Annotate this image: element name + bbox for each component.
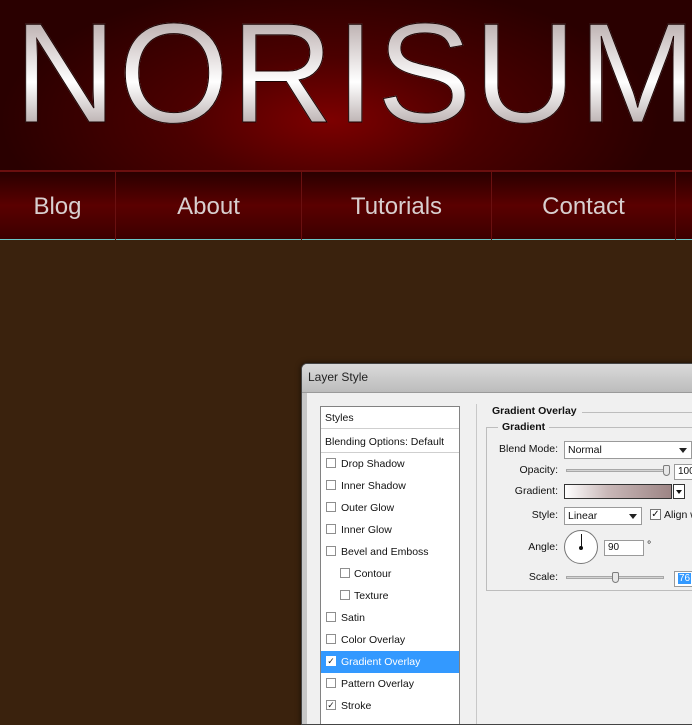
style-value: Linear — [568, 510, 598, 522]
scale-slider-thumb[interactable] — [612, 572, 620, 583]
style-item-texture[interactable]: Texture — [321, 585, 459, 607]
style-checkbox[interactable] — [326, 678, 336, 688]
chevron-down-icon — [676, 490, 682, 494]
nav-item-label: Blog — [33, 193, 82, 220]
chevron-down-icon — [629, 514, 637, 519]
nav-item-label: Contact — [542, 193, 625, 220]
style-item-label: Stroke — [341, 700, 372, 712]
style-checkbox[interactable] — [326, 612, 336, 622]
site-header: NORISUM — [0, 0, 692, 170]
style-item-label: Inner Glow — [341, 524, 392, 536]
style-checkbox[interactable] — [326, 524, 336, 534]
style-item-outer-glow[interactable]: Outer Glow — [321, 497, 459, 519]
angle-dial-center — [579, 546, 583, 550]
opacity-input[interactable]: 100 — [674, 464, 692, 480]
degree-unit: ° — [647, 539, 652, 551]
section-title: Gradient Overlay — [492, 405, 577, 417]
group-title: Gradient — [498, 421, 550, 433]
style-checkbox[interactable] — [326, 458, 336, 468]
style-item-label: Pattern Overlay — [341, 678, 414, 690]
scale-value-selected: 76 — [678, 573, 692, 584]
style-checkbox[interactable] — [326, 546, 336, 556]
style-item-label: Outer Glow — [341, 502, 395, 514]
style-item-pattern-overlay[interactable]: Pattern Overlay — [321, 673, 459, 695]
style-checkbox[interactable] — [326, 634, 336, 644]
gradient-swatch[interactable] — [564, 484, 672, 499]
panel-divider — [476, 404, 477, 724]
site-logo: NORISUM — [14, 0, 692, 154]
style-item-satin[interactable]: Satin — [321, 607, 459, 629]
style-item-label: Color Overlay — [341, 634, 406, 646]
style-checkbox-checked[interactable]: ✓ — [326, 656, 336, 666]
dialog-titlebar[interactable]: Layer Style — [302, 364, 692, 393]
angle-dial[interactable] — [564, 530, 598, 564]
style-item-label: Inner Shadow — [341, 480, 406, 492]
style-item-inner-shadow[interactable]: Inner Shadow — [321, 475, 459, 497]
style-select[interactable]: Linear — [564, 507, 642, 525]
style-item-bevel-emboss[interactable]: Bevel and Emboss — [321, 541, 459, 563]
style-checkbox-checked[interactable]: ✓ — [326, 700, 336, 710]
align-checkbox[interactable]: ✓ — [650, 509, 661, 520]
blending-options-item[interactable]: Blending Options: Default — [321, 431, 459, 453]
style-item-gradient-overlay[interactable]: ✓ Gradient Overlay — [321, 651, 459, 673]
nav-item-about[interactable]: About — [116, 172, 302, 240]
style-checkbox[interactable] — [340, 568, 350, 578]
dialog-frame — [302, 393, 307, 724]
nav-item-label: About — [177, 193, 240, 220]
nav-item-label: Tutorials — [350, 193, 443, 220]
blend-mode-value: Normal — [568, 444, 602, 456]
style-item-stroke[interactable]: ✓ Stroke — [321, 695, 459, 717]
style-checkbox[interactable] — [326, 480, 336, 490]
style-item-inner-glow[interactable]: Inner Glow — [321, 519, 459, 541]
align-label: Align w — [664, 509, 692, 521]
scale-input[interactable]: 76 — [674, 571, 692, 587]
site-nav: Blog About Tutorials Contact — [0, 170, 692, 240]
angle-input[interactable]: 90 — [604, 540, 644, 556]
style-checkbox[interactable] — [326, 502, 336, 512]
gradient-picker-button[interactable] — [673, 484, 685, 499]
layer-style-dialog: Layer Style Styles Blending Options: Def… — [301, 363, 692, 725]
style-item-label: Satin — [341, 612, 365, 624]
blending-options-label: Blending Options: Default — [325, 436, 445, 448]
styles-header[interactable]: Styles — [321, 407, 459, 429]
blend-mode-label: Blend Mode: — [499, 443, 558, 455]
opacity-slider-thumb[interactable] — [663, 465, 670, 476]
dialog-title: Layer Style — [308, 370, 369, 384]
style-item-label: Bevel and Emboss — [341, 546, 429, 558]
section-rule — [582, 412, 692, 413]
styles-list: Styles Blending Options: Default Drop Sh… — [320, 406, 460, 724]
style-item-drop-shadow[interactable]: Drop Shadow — [321, 453, 459, 475]
nav-item-contact[interactable]: Contact — [492, 172, 676, 240]
style-item-label: Drop Shadow — [341, 458, 405, 470]
style-item-label: Texture — [354, 590, 389, 602]
blend-mode-select[interactable]: Normal — [564, 441, 692, 459]
nav-item-blog[interactable]: Blog — [0, 172, 116, 240]
style-item-color-overlay[interactable]: Color Overlay — [321, 629, 459, 651]
scale-label: Scale: — [528, 571, 558, 583]
style-checkbox[interactable] — [340, 590, 350, 600]
opacity-label: Opacity: — [519, 464, 558, 476]
style-item-label: Gradient Overlay — [341, 656, 421, 668]
chevron-down-icon — [679, 448, 687, 453]
gradient-label: Gradient: — [514, 485, 558, 497]
style-item-contour[interactable]: Contour — [321, 563, 459, 585]
styles-header-label: Styles — [325, 412, 354, 424]
style-item-label: Contour — [354, 568, 392, 580]
opacity-slider[interactable] — [566, 469, 670, 472]
style-label: Style: — [531, 509, 558, 521]
angle-label: Angle: — [528, 541, 558, 553]
nav-item-tutorials[interactable]: Tutorials — [302, 172, 492, 240]
